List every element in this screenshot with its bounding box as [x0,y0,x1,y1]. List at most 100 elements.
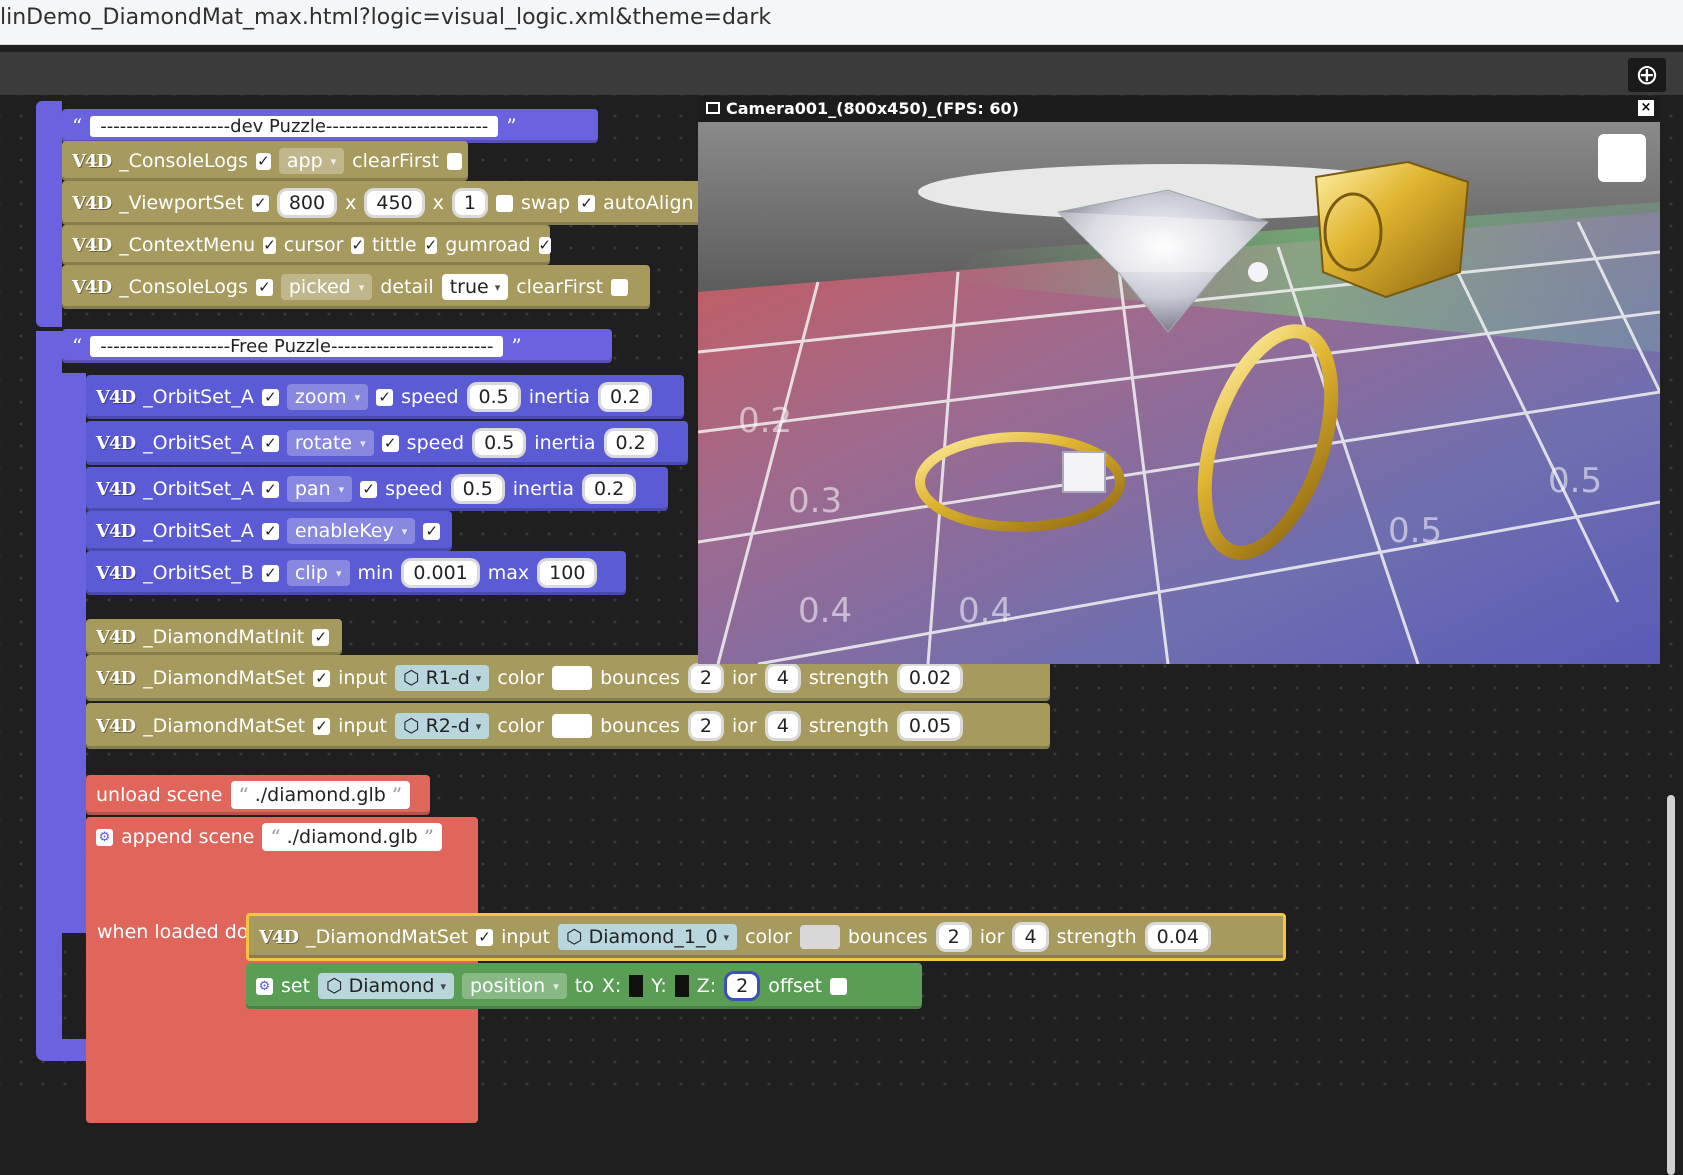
speed-input[interactable]: 0.5 [466,382,521,412]
object-dropdown[interactable]: ⬡ Diamond_1_0 [557,924,738,950]
cube-icon: ⬡ [565,926,583,948]
ior-input[interactable]: 4 [1012,922,1049,952]
comment-text[interactable]: --------------------dev Puzzle----------… [90,115,499,137]
diamond-mat-set-loaded-block[interactable]: V4D _DiamondMatSet ✓ input ⬡ Diamond_1_0 … [246,913,1286,961]
speed-input[interactable]: 0.5 [450,474,505,504]
strength-input[interactable]: 0.04 [1144,922,1211,952]
bounces-input[interactable]: 2 [687,711,725,741]
min-input[interactable]: 0.001 [401,558,480,588]
enable-checkbox[interactable]: ✓ [261,522,279,540]
enable-checkbox[interactable]: ✓ [251,194,269,212]
detail-dropdown[interactable]: true [441,274,509,300]
x-input-socket[interactable] [629,975,644,997]
enable-checkbox[interactable]: ✓ [261,564,279,582]
enable-checkbox[interactable]: ✓ [255,278,273,296]
ior-input[interactable]: 4 [764,663,801,693]
log-type-dropdown[interactable]: app [278,148,345,174]
orbit-enablekey-block[interactable]: V4D _OrbitSet_A ✓ enableKey ✓ [86,511,452,551]
file-string[interactable]: “./diamond.glb” [262,823,442,851]
set-position-block[interactable]: ⚙ set ⬡Diamond position to X: Y: Z: 2 of… [246,963,922,1009]
viewport-set-block[interactable]: V4D _ViewportSet ✓ 800 x 450 x 1 swap ✓ … [62,181,702,225]
swap-checkbox[interactable] [495,194,513,212]
diamond-mat-init-block[interactable]: V4D _DiamondMatInit ✓ [86,619,342,655]
tittle-checkbox[interactable]: ✓ [424,236,438,254]
value-checkbox[interactable]: ✓ [423,522,441,540]
context-menu-block[interactable]: V4D _ContextMenu ✓ cursor ✓ tittle ✓ gum… [62,225,552,265]
bounces-input[interactable]: 2 [935,922,972,952]
width-input[interactable]: 800 [276,188,338,218]
cube-icon: ⬡ [402,667,420,689]
orbit-mode-dropdown[interactable]: enableKey [286,518,416,544]
clear-first-checkbox[interactable] [447,152,462,170]
orbit-mode-dropdown[interactable]: rotate [286,430,374,456]
enable-checkbox[interactable]: ✓ [313,717,331,735]
diamond-mat-set-block[interactable]: V4D _DiamondMatSet ✓ input ⬡R2-d color b… [86,703,1050,749]
enable-checkbox[interactable]: ✓ [476,928,494,946]
v4d-logo: V4D [72,150,112,172]
enable-checkbox[interactable]: ✓ [263,236,276,254]
svg-text:0.3: 0.3 [788,481,842,521]
gear-icon[interactable]: ⚙ [96,828,113,846]
object-dropdown[interactable]: ⬡ Diamond [318,973,454,999]
maximize-icon[interactable] [1598,134,1646,182]
address-bar[interactable]: linDemo_DiamondMat_max.html?logic=visual… [0,0,1683,45]
enable-checkbox[interactable]: ✓ [313,669,331,687]
enable-checkbox[interactable]: ✓ [255,152,271,170]
enable-checkbox[interactable]: ✓ [312,628,330,646]
orbit-pan-block[interactable]: V4D _OrbitSet_A ✓ pan ✓ speed 0.5 inerti… [86,467,668,511]
gear-icon[interactable]: ⚙ [256,977,273,995]
strength-input[interactable]: 0.05 [896,711,964,741]
close-icon[interactable]: × [1638,100,1654,116]
z-input[interactable]: 2 [724,971,761,1001]
cursor-checkbox[interactable]: ✓ [351,236,365,254]
console-logs-block[interactable]: V4D _ConsoleLogs ✓ app clearFirst [62,141,468,181]
orbit-clip-block[interactable]: V4D _OrbitSet_B ✓ clip min 0.001 max 100 [86,551,626,595]
speed-input[interactable]: 0.5 [472,428,527,458]
speed-checkbox[interactable]: ✓ [376,388,394,406]
orbit-rotate-block[interactable]: V4D _OrbitSet_A ✓ rotate ✓ speed 0.5 ine… [86,421,688,465]
orbit-mode-dropdown[interactable]: pan [286,476,353,502]
svg-text:0.5: 0.5 [1548,461,1602,501]
object-dropdown[interactable]: ⬡ R1-d [394,665,490,691]
unload-scene-block[interactable]: unload scene “./diamond.glb” [86,775,430,815]
inertia-input[interactable]: 0.2 [581,474,637,504]
color-swatch[interactable] [799,925,840,949]
console-logs-picked-block[interactable]: V4D _ConsoleLogs ✓ picked detail true cl… [62,265,650,309]
dev-puzzle-comment[interactable]: “ --------------------dev Puzzle--------… [62,109,598,143]
property-dropdown[interactable]: position [461,973,567,999]
viewport-panel[interactable]: Camera001_(800x450)_(FPS: 60) × 0.2 0.3 … [697,96,1662,666]
orbit-mode-dropdown[interactable]: zoom [286,384,369,410]
offset-checkbox[interactable] [830,977,848,995]
color-swatch[interactable] [552,714,593,738]
orbit-zoom-block[interactable]: V4D _OrbitSet_A ✓ zoom ✓ speed 0.5 inert… [86,375,684,419]
file-string[interactable]: “./diamond.glb” [230,781,411,809]
object-dropdown[interactable]: ⬡ R2-d [394,713,490,739]
3d-canvas[interactable]: 0.2 0.3 0.4 0.4 0.5 0.5 [697,122,1662,666]
inertia-input[interactable]: 0.2 [597,382,653,412]
workspace-scrollbar[interactable] [1667,795,1675,1175]
strength-input[interactable]: 0.02 [896,663,964,693]
y-input-socket[interactable] [674,975,689,997]
height-input[interactable]: 450 [364,188,425,218]
scale-input[interactable]: 1 [451,188,488,218]
gumroad-checkbox[interactable]: ✓ [538,236,552,254]
free-puzzle-comment[interactable]: “ --------------------Free Puzzle-------… [62,329,612,363]
speed-checkbox[interactable]: ✓ [360,480,378,498]
orbit-mode-dropdown[interactable]: clip [286,560,350,586]
speed-checkbox[interactable]: ✓ [381,434,399,452]
log-type-dropdown[interactable]: picked [280,274,373,300]
comment-text[interactable]: --------------------Free Puzzle---------… [90,335,504,357]
clear-first-checkbox[interactable] [611,278,629,296]
plus-circle-icon[interactable]: ⊕ [1628,58,1666,92]
bounces-input[interactable]: 2 [687,663,725,693]
scene-render: 0.2 0.3 0.4 0.4 0.5 0.5 [697,122,1662,666]
max-input[interactable]: 100 [537,558,598,588]
enable-checkbox[interactable]: ✓ [261,388,279,406]
enable-checkbox[interactable]: ✓ [261,480,279,498]
svg-text:0.4: 0.4 [798,591,852,631]
ior-input[interactable]: 4 [764,711,801,741]
color-swatch[interactable] [552,666,593,690]
autoalign-checkbox[interactable]: ✓ [578,194,596,212]
inertia-input[interactable]: 0.2 [603,428,658,458]
enable-checkbox[interactable]: ✓ [261,434,279,452]
